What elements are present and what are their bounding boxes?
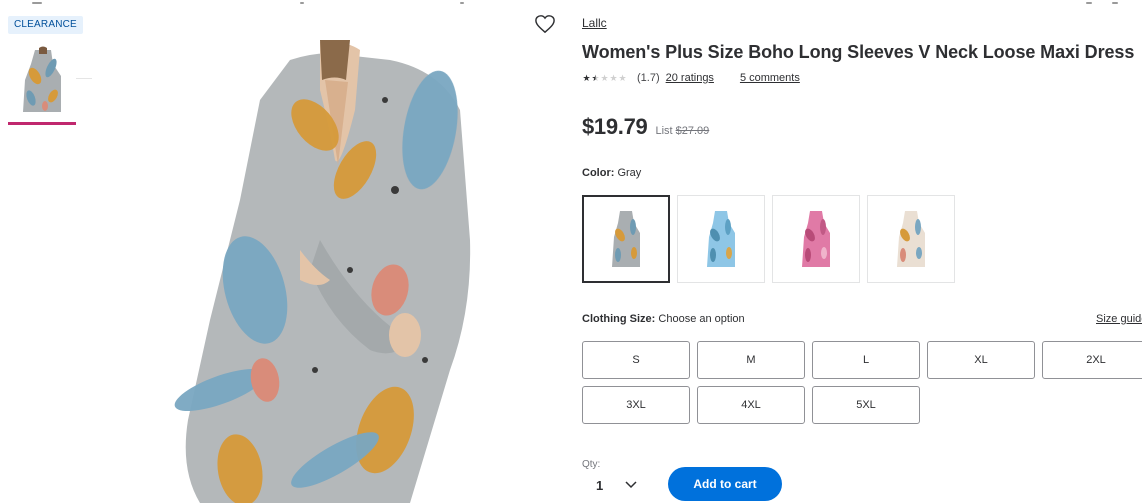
divider <box>76 78 92 79</box>
brand-link[interactable]: Lallc <box>582 16 607 30</box>
rating-average: (1.7) <box>637 72 660 84</box>
size-option-s[interactable]: S <box>582 341 690 379</box>
cropped-header-remnant <box>0 0 1142 6</box>
color-swatch-gray[interactable] <box>582 195 670 283</box>
star-empty-icon: ★ <box>618 73 627 83</box>
size-label-title: Clothing Size: <box>582 313 656 325</box>
size-option-5xl[interactable]: 5XL <box>812 386 920 424</box>
size-label: Clothing Size: Choose an option <box>582 313 745 325</box>
size-option-l[interactable]: L <box>812 341 920 379</box>
price-block: $19.79 List $27.09 <box>582 114 709 140</box>
list-price: $27.09 <box>675 125 710 137</box>
color-label-title: Color: <box>582 167 615 179</box>
size-option-4xl[interactable]: 4XL <box>697 386 805 424</box>
size-option-3xl[interactable]: 3XL <box>582 386 690 424</box>
current-price: $19.79 <box>582 114 648 139</box>
list-price-label: List <box>655 125 673 137</box>
color-swatch-beige[interactable] <box>867 195 955 283</box>
ratings-link[interactable]: 20 ratings <box>666 72 714 84</box>
thumbnail-rail <box>8 44 92 125</box>
qty-select[interactable]: 1 <box>596 474 644 496</box>
comments-link[interactable]: 5 comments <box>740 72 800 84</box>
chevron-down-icon <box>624 476 638 494</box>
color-swatches <box>582 195 962 283</box>
star-empty-icon: ★ <box>600 73 609 83</box>
clearance-badge: CLEARANCE <box>8 16 83 34</box>
thumbnail-image[interactable] <box>8 44 76 120</box>
star-rating: ★ ★ ★ ★ ★ <box>582 72 627 84</box>
product-title: Women's Plus Size Boho Long Sleeves V Ne… <box>582 42 1135 62</box>
add-to-cart-button[interactable]: Add to cart <box>668 467 782 501</box>
star-half-icon: ★ <box>591 73 600 83</box>
thumbnail-selected-indicator <box>8 122 76 125</box>
size-option-xl[interactable]: XL <box>927 341 1035 379</box>
wishlist-heart-icon[interactable] <box>534 14 556 34</box>
size-guide-link[interactable]: Size guide <box>1096 313 1142 325</box>
size-option-m[interactable]: M <box>697 341 805 379</box>
size-options: S M L XL 2XL 3XL 4XL 5XL <box>582 341 1142 431</box>
star-icon: ★ <box>582 73 591 83</box>
size-option-2xl[interactable]: 2XL <box>1042 341 1142 379</box>
rating-summary: ★ ★ ★ ★ ★ (1.7) 20 ratings 5 comments <box>582 72 800 84</box>
star-empty-icon: ★ <box>609 73 618 83</box>
qty-label: Qty: <box>582 459 601 470</box>
color-swatch-blue[interactable] <box>677 195 765 283</box>
color-label: Color: Gray <box>582 167 641 179</box>
size-placeholder: Choose an option <box>658 313 745 325</box>
color-swatch-pink[interactable] <box>772 195 860 283</box>
color-selected-value: Gray <box>617 167 642 179</box>
product-hero-image[interactable] <box>170 40 490 503</box>
qty-value: 1 <box>596 477 604 493</box>
